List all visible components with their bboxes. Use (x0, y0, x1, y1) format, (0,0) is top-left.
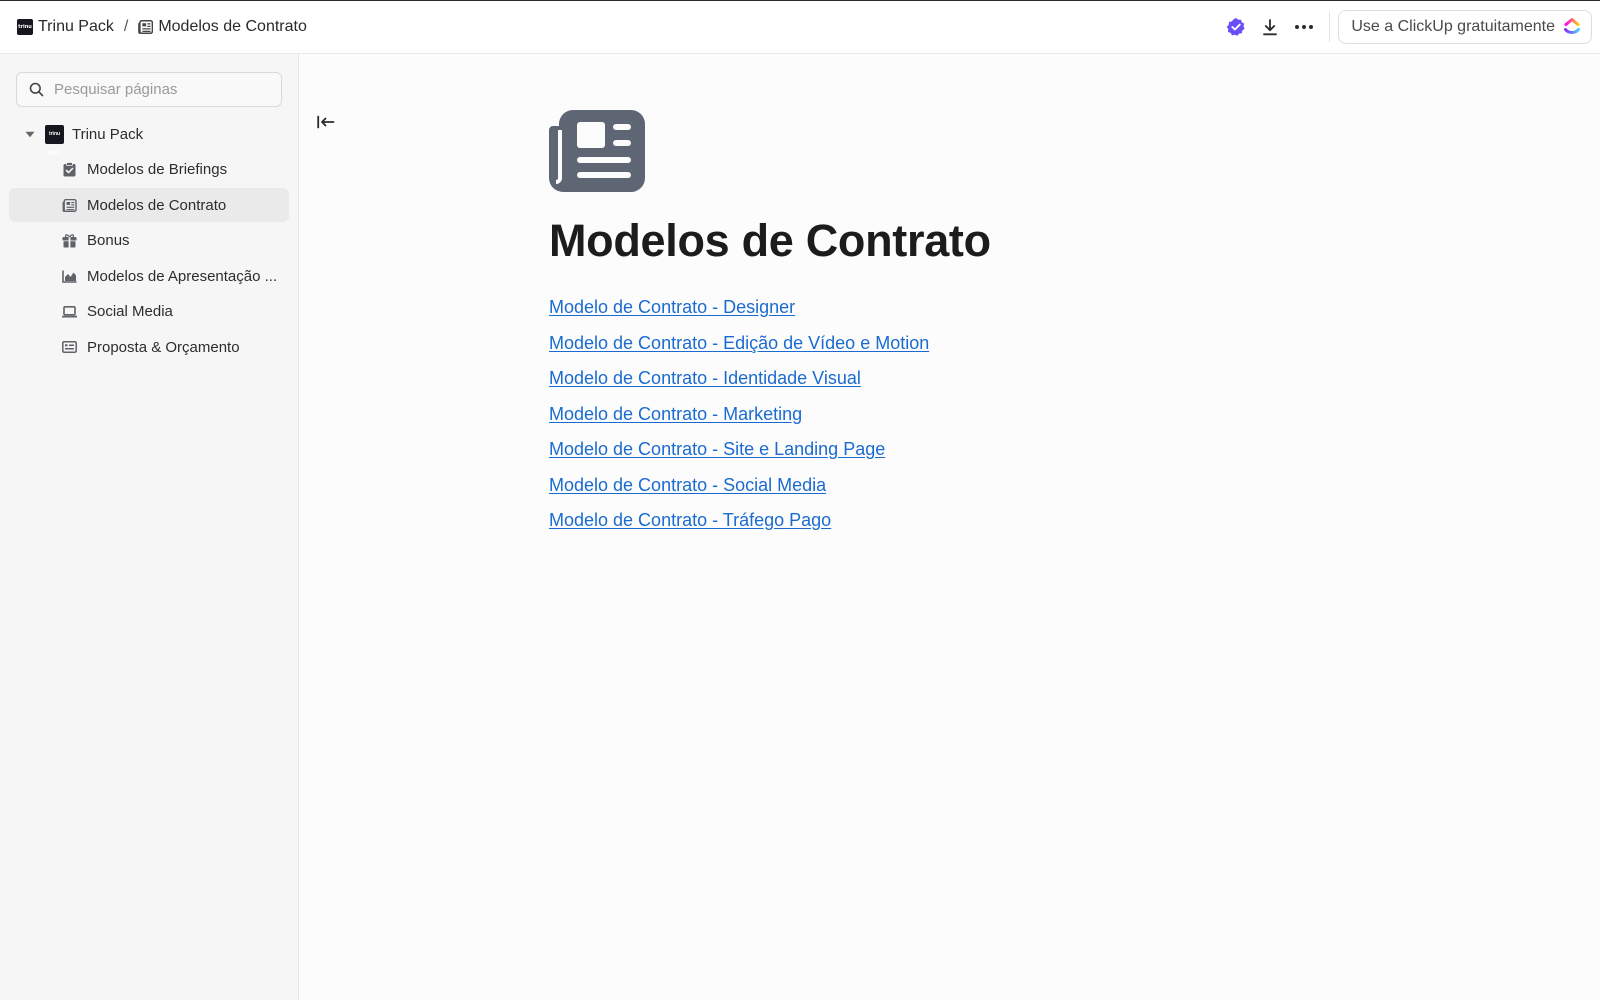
link-contrato-social-media[interactable]: Modelo de Contrato - Social Media (549, 475, 929, 511)
sidebar: trinu pack Trinu Pack Modelos de Briefin… (0, 54, 299, 1000)
breadcrumb-workspace-label: Trinu Pack (38, 18, 114, 35)
sidebar-item-label: Social Media (87, 303, 173, 320)
tree-root-label: Trinu Pack (72, 125, 144, 143)
workspace-logo: trinu pack (17, 19, 33, 35)
link-contrato-edicao-video-motion[interactable]: Modelo de Contrato - Edição de Vídeo e M… (549, 333, 929, 369)
caret-down-icon[interactable] (25, 129, 35, 139)
sidebar-item-label: Bonus (87, 232, 130, 249)
page-tree: trinu pack Trinu Pack Modelos de Briefin… (9, 117, 289, 366)
sidebar-item-modelos-de-contrato[interactable]: Modelos de Contrato (9, 188, 289, 222)
page-newspaper-icon (549, 110, 645, 192)
tree-root-trinu-pack[interactable]: trinu pack Trinu Pack (9, 117, 289, 156)
id-card-icon (61, 339, 77, 355)
download-icon[interactable] (1253, 10, 1287, 44)
clipboard-check-icon (61, 162, 77, 178)
more-options-icon[interactable] (1287, 10, 1321, 44)
breadcrumb-page[interactable]: Modelos de Contrato (138, 18, 307, 36)
laptop-icon (61, 304, 77, 320)
workspace-logo: trinu pack (45, 124, 64, 156)
link-contrato-trafego-pago[interactable]: Modelo de Contrato - Tráfego Pago (549, 510, 929, 546)
toolbar-divider (1329, 12, 1331, 42)
breadcrumb-page-label: Modelos de Contrato (158, 18, 307, 35)
sidebar-item-label: Modelos de Contrato (87, 196, 227, 214)
sidebar-item-label: Modelos de Apresentação ... (87, 267, 278, 285)
top-bar: trinu pack Trinu Pack / Modelos de Contr… (0, 0, 1600, 54)
collapse-sidebar-icon[interactable] (314, 110, 338, 134)
breadcrumb: trinu pack Trinu Pack / Modelos de Contr… (17, 18, 307, 36)
newspaper-icon (138, 20, 154, 34)
breadcrumb-workspace[interactable]: trinu pack Trinu Pack (17, 18, 114, 36)
search-icon (29, 82, 44, 97)
link-contrato-marketing[interactable]: Modelo de Contrato - Marketing (549, 404, 929, 440)
sidebar-item-label: Modelos de Briefings (87, 161, 228, 178)
link-contrato-identidade-visual[interactable]: Modelo de Contrato - Identidade Visual (549, 368, 929, 404)
search-input[interactable] (54, 81, 264, 98)
sidebar-item-proposta-orcamento[interactable]: Proposta & Orçamento (9, 330, 289, 364)
link-contrato-designer[interactable]: Modelo de Contrato - Designer (549, 297, 929, 333)
top-actions: Use a ClickUp gratuitamente (1219, 10, 1592, 44)
contract-links-list: Modelo de Contrato - Designer Modelo de … (549, 297, 929, 546)
search-box[interactable] (16, 72, 282, 107)
cta-label: Use a ClickUp gratuitamente (1351, 18, 1555, 35)
sidebar-item-modelos-de-apresentacao[interactable]: Modelos de Apresentação ... (9, 259, 289, 293)
sidebar-item-label: Proposta & Orçamento (87, 338, 240, 356)
page-title: Modelos de Contrato (549, 215, 991, 266)
use-clickup-free-button[interactable]: Use a ClickUp gratuitamente (1338, 10, 1592, 44)
link-contrato-site-landing-page[interactable]: Modelo de Contrato - Site e Landing Page (549, 439, 929, 475)
verified-badge-icon[interactable] (1219, 10, 1253, 44)
gift-icon (61, 233, 77, 249)
clickup-logo-icon (1563, 17, 1581, 37)
sidebar-item-social-media[interactable]: Social Media (9, 295, 289, 329)
sidebar-item-bonus[interactable]: Bonus (9, 224, 289, 258)
breadcrumb-separator: / (123, 18, 129, 35)
newspaper-icon (61, 197, 77, 213)
chart-area-icon (61, 268, 77, 284)
